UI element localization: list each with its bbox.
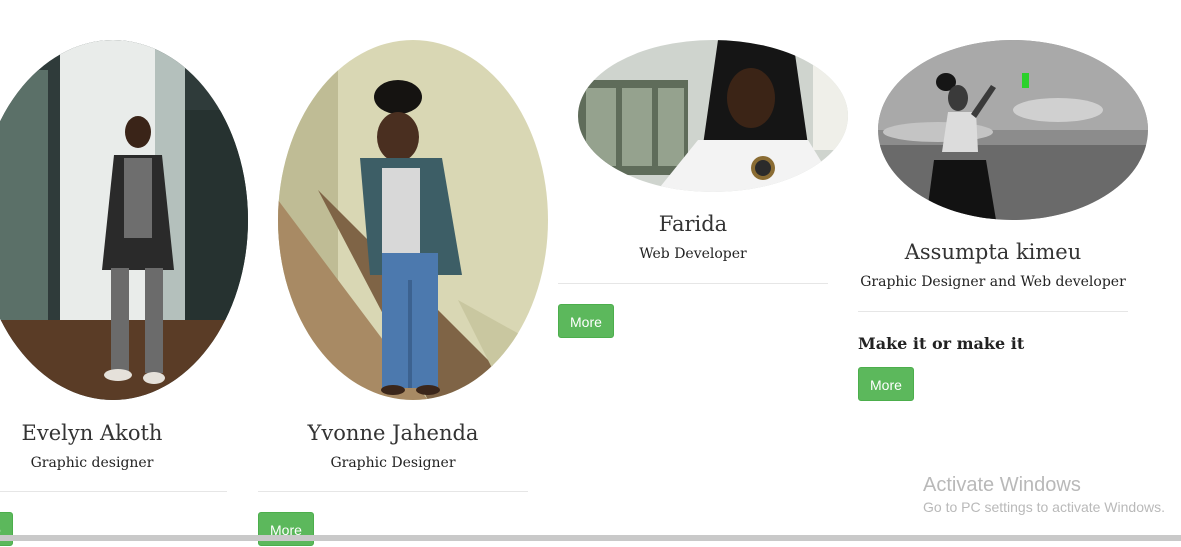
member-role: Web Developer — [639, 246, 747, 262]
member-quote: Make it or make it — [858, 334, 1025, 353]
divider — [858, 311, 1128, 312]
team-card-farida: Farida Web Developer More — [558, 0, 828, 541]
member-name: Assumpta kimeu — [904, 240, 1082, 264]
team-card-evelyn: Evelyn Akoth Graphic designer More — [0, 0, 227, 546]
horizontal-scrollbar[interactable] — [0, 535, 1181, 541]
more-button[interactable]: More — [858, 367, 914, 401]
member-role: Graphic Designer and Web developer — [860, 274, 1126, 290]
team-card-assumpta: Assumpta kimeu Graphic Designer and Web … — [858, 0, 1128, 541]
divider — [558, 283, 828, 284]
member-role: Graphic designer — [30, 455, 154, 471]
member-name: Evelyn Akoth — [21, 421, 163, 445]
activate-windows-title: Activate Windows — [923, 474, 1081, 496]
member-name: Yvonne Jahenda — [307, 421, 479, 445]
activate-windows-subtitle: Go to PC settings to activate Windows. — [923, 499, 1165, 515]
divider — [258, 491, 528, 492]
member-name: Farida — [658, 212, 728, 236]
more-button[interactable]: More — [558, 304, 614, 338]
team-card-yvonne: Yvonne Jahenda Graphic Designer More — [258, 0, 528, 546]
divider — [0, 491, 227, 492]
member-role: Graphic Designer — [330, 455, 456, 471]
